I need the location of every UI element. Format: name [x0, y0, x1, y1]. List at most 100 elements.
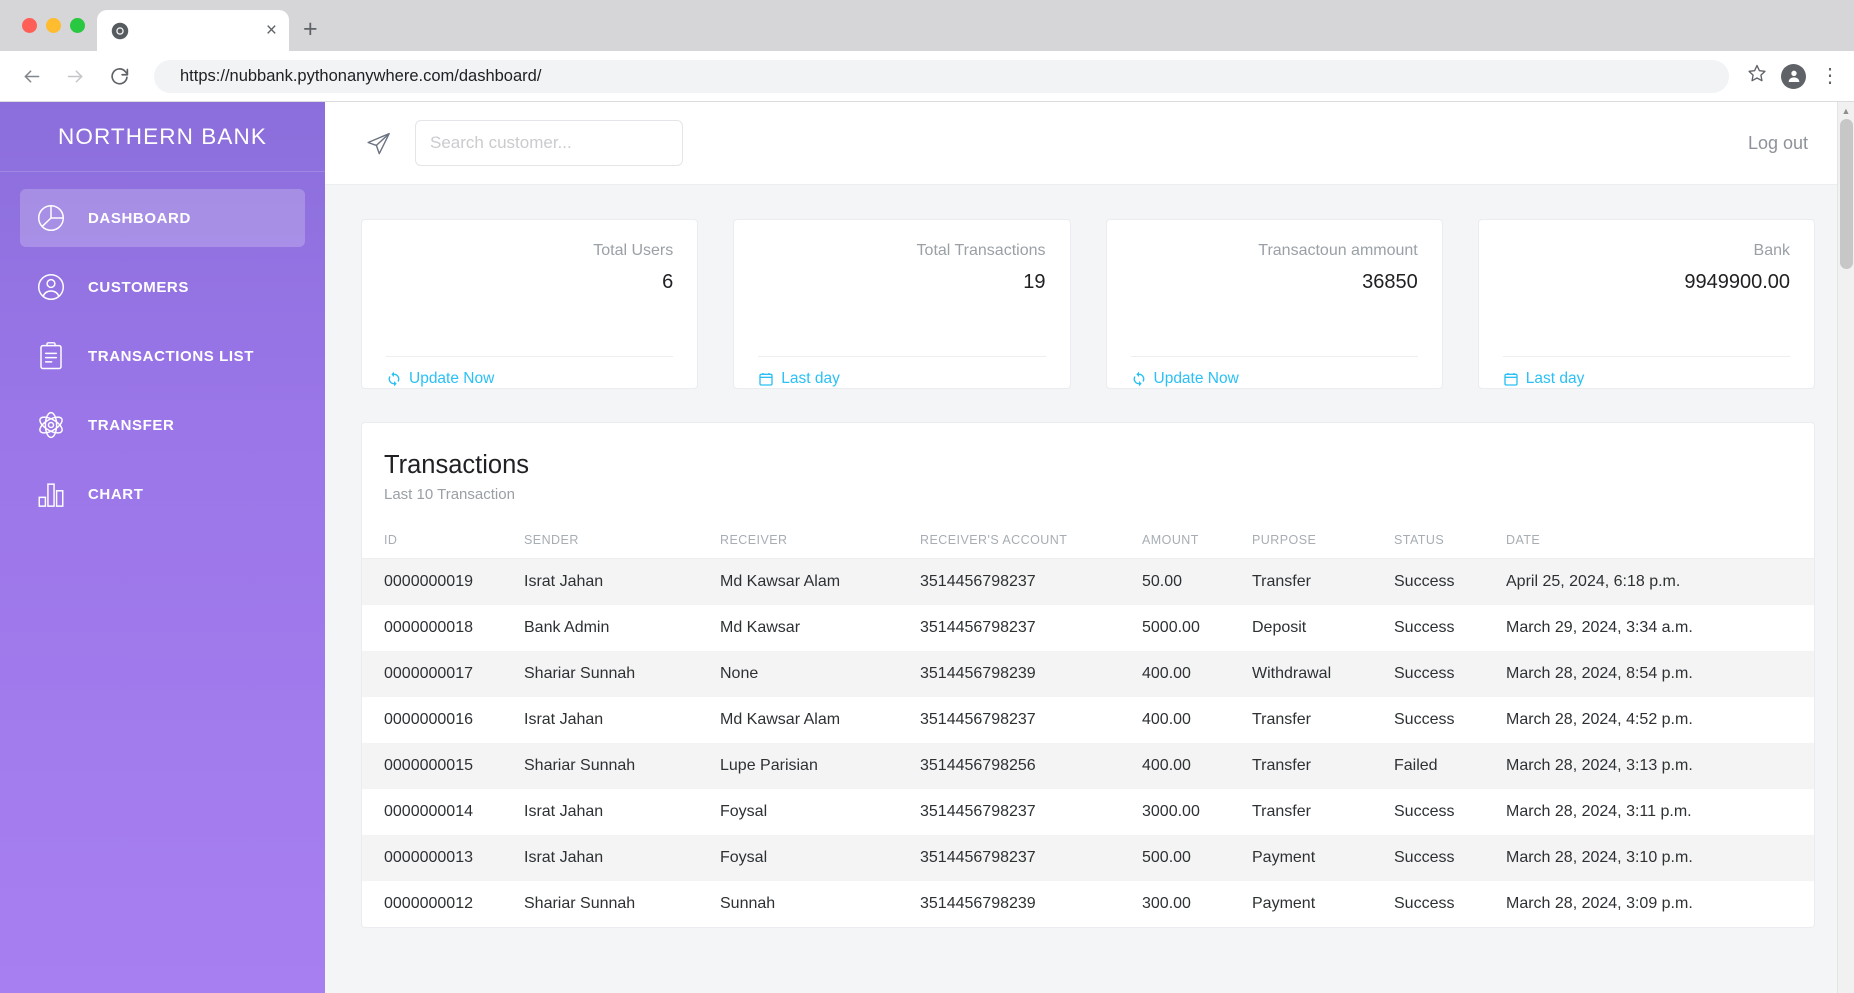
scrollbar-thumb[interactable]	[1840, 119, 1853, 269]
refresh-icon	[1131, 371, 1147, 387]
column-header-account[interactable]: RECEIVER'S ACCOUNT	[910, 525, 1132, 559]
scroll-up-arrow-icon[interactable]: ▲	[1838, 102, 1854, 119]
chrome-icon	[109, 20, 131, 42]
browser-tab[interactable]: ×	[97, 10, 289, 51]
cell-id: 0000000016	[384, 711, 473, 728]
card-label: Bank	[1753, 242, 1790, 259]
card-label: Total Users	[593, 242, 674, 259]
card-action-label[interactable]: Update Now	[1154, 370, 1239, 388]
table-row[interactable]: 0000000015 Shariar Sunnah Lupe Parisian 351…	[362, 743, 1814, 789]
profile-avatar-icon[interactable]	[1781, 63, 1806, 89]
search-customer-box[interactable]	[415, 120, 683, 166]
cell-id: 0000000015	[384, 757, 473, 774]
cell-sender: Israt Jahan	[524, 711, 604, 728]
card-footer[interactable]: Last day	[758, 356, 1046, 388]
card-label: Total Transactions	[916, 242, 1046, 259]
card-footer[interactable]: Update Now	[1130, 356, 1418, 388]
cell-receiver: Foysal	[720, 803, 768, 820]
table-row[interactable]: 0000000019 Israt Jahan Md Kawsar Alam 35144…	[362, 558, 1814, 605]
refresh-icon	[386, 371, 402, 387]
cell-id: 0000000018	[384, 619, 473, 636]
browser-toolbar: https://nubbank.pythonanywhere.com/dashb…	[0, 51, 1854, 102]
cell-id: 0000000014	[384, 803, 473, 820]
calendar-icon	[1503, 371, 1519, 387]
cell-receiver: Md Kawsar Alam	[720, 573, 841, 590]
page-viewport: NORTHERN BANK DASHBOARD CUSTOMERS TRANSA…	[0, 102, 1854, 993]
cell-status: Success	[1394, 665, 1455, 682]
sidebar-item-dashboard[interactable]: DASHBOARD	[20, 189, 305, 247]
column-header-sender[interactable]: SENDER	[514, 525, 710, 559]
cell-date: March 28, 2024, 8:54 p.m.	[1506, 665, 1693, 682]
logout-button[interactable]: Log out	[1748, 133, 1808, 154]
star-icon[interactable]	[1747, 63, 1767, 89]
cell-date: March 28, 2024, 3:13 p.m.	[1506, 757, 1693, 774]
sidebar-item-label: CUSTOMERS	[88, 278, 189, 296]
cell-status: Success	[1394, 619, 1455, 636]
cell-account: 3514456798237	[920, 711, 1036, 728]
sidebar-item-chart[interactable]: CHART	[20, 465, 305, 523]
cell-id: 0000000019	[384, 573, 473, 590]
cell-purpose: Transfer	[1252, 711, 1311, 728]
table-row[interactable]: 0000000014 Israt Jahan Foysal 3514456798237…	[362, 789, 1814, 835]
cell-status: Success	[1394, 895, 1455, 912]
cell-sender: Israt Jahan	[524, 849, 604, 866]
close-window-button[interactable]	[22, 18, 37, 33]
card-action-label[interactable]: Last day	[1526, 370, 1585, 388]
table-row[interactable]: 0000000012 Shariar Sunnah Sunnah 3514456798…	[362, 881, 1814, 927]
cell-amount: 5000.00	[1142, 619, 1200, 636]
cell-purpose: Payment	[1252, 849, 1316, 866]
cell-account: 3514456798256	[920, 757, 1036, 774]
transactions-table: ID SENDER RECEIVER RECEIVER'S ACCOUNT AM…	[362, 525, 1814, 927]
close-tab-button[interactable]: ×	[266, 21, 277, 40]
forward-arrow-icon[interactable]	[58, 59, 92, 93]
reload-icon[interactable]	[102, 59, 136, 93]
card-footer[interactable]: Last day	[1502, 356, 1790, 388]
column-header-status[interactable]: STATUS	[1384, 525, 1496, 559]
card-footer[interactable]: Update Now	[386, 356, 674, 388]
column-header-date[interactable]: DATE	[1496, 525, 1814, 559]
cell-date: March 29, 2024, 3:34 a.m.	[1506, 619, 1693, 636]
user-circle-icon	[34, 270, 68, 304]
card-action-label[interactable]: Last day	[781, 370, 840, 388]
cell-receiver: Foysal	[720, 849, 768, 866]
kebab-menu-icon[interactable]: ⋮	[1820, 66, 1840, 86]
table-row[interactable]: 0000000013 Israt Jahan Foysal 3514456798237…	[362, 835, 1814, 881]
column-header-amount[interactable]: AMOUNT	[1132, 525, 1242, 559]
app-topbar: Log out	[325, 102, 1854, 185]
card-action-label[interactable]: Update Now	[409, 370, 494, 388]
cell-amount: 500.00	[1142, 849, 1191, 866]
send-paper-plane-icon[interactable]	[363, 128, 393, 158]
minimize-window-button[interactable]	[46, 18, 61, 33]
cell-sender: Bank Admin	[524, 619, 610, 636]
table-row[interactable]: 0000000017 Shariar Sunnah None 351445679823…	[362, 651, 1814, 697]
cell-date: March 28, 2024, 3:11 p.m.	[1506, 803, 1692, 820]
table-row[interactable]: 0000000018 Bank Admin Md Kawsar 35144567982…	[362, 605, 1814, 651]
cell-sender: Shariar Sunnah	[524, 665, 636, 682]
new-tab-button[interactable]: +	[303, 17, 318, 42]
cell-status: Success	[1394, 573, 1455, 590]
sidebar-nav: DASHBOARD CUSTOMERS TRANSACTIONS LIST TR…	[0, 172, 325, 523]
cell-id: 0000000013	[384, 849, 473, 866]
cell-purpose: Transfer	[1252, 757, 1311, 774]
cell-status: Failed	[1394, 757, 1438, 774]
column-header-purpose[interactable]: PURPOSE	[1242, 525, 1384, 559]
sidebar-item-customers[interactable]: CUSTOMERS	[20, 258, 305, 316]
sidebar-item-transactions-list[interactable]: TRANSACTIONS LIST	[20, 327, 305, 385]
cell-purpose: Withdrawal	[1252, 665, 1332, 682]
back-arrow-icon[interactable]	[14, 59, 48, 93]
sidebar-item-label: TRANSFER	[88, 416, 175, 434]
card-label: Transactoun ammount	[1258, 242, 1418, 259]
cell-receiver: None	[720, 665, 759, 682]
page-scrollbar[interactable]: ▲	[1837, 102, 1854, 993]
maximize-window-button[interactable]	[70, 18, 85, 33]
column-header-id[interactable]: ID	[362, 525, 514, 559]
card-value: 9949900.00	[1684, 271, 1790, 293]
search-input[interactable]	[430, 133, 668, 153]
address-bar[interactable]: https://nubbank.pythonanywhere.com/dashb…	[154, 59, 1729, 93]
column-header-receiver[interactable]: RECEIVER	[710, 525, 910, 559]
table-row[interactable]: 0000000016 Israt Jahan Md Kawsar Alam 35144…	[362, 697, 1814, 743]
sidebar-item-transfer[interactable]: TRANSFER	[20, 396, 305, 454]
transactions-panel: Transactions Last 10 Transaction ID SEND…	[361, 422, 1815, 928]
cell-account: 3514456798237	[920, 573, 1036, 590]
stat-card-total-transactions: Total Transactions 19 Last day	[733, 219, 1071, 389]
